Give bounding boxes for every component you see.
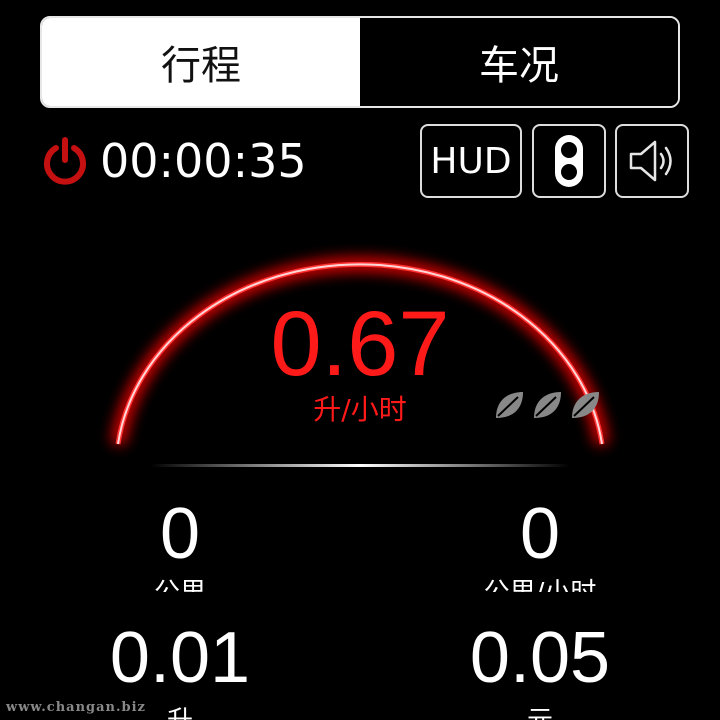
eco-rating [492, 388, 602, 422]
speed-label: 公里/小时 [420, 578, 660, 592]
tab-vehicle-status[interactable]: 车况 [360, 18, 678, 106]
fuel-consumption-value: 0.67 [270, 293, 450, 395]
leaf-icon [496, 392, 523, 418]
hud-button[interactable]: HUD [420, 124, 522, 198]
gauge-divider [150, 464, 570, 467]
distance-value: 0 [159, 494, 201, 574]
sound-button[interactable] [615, 124, 689, 198]
leaf-icon [572, 392, 599, 418]
leaf-icon [534, 392, 561, 418]
speaker-icon [629, 140, 672, 182]
toggle-icon [555, 135, 583, 187]
tab-trip[interactable]: 行程 [42, 18, 360, 106]
trip-timer: 00:00:35 [100, 134, 307, 188]
toggle-button[interactable] [532, 124, 606, 198]
fuel-used-value: 0.01 [109, 618, 251, 698]
hud-label: HUD [430, 140, 512, 182]
watermark: www.changan.biz [6, 700, 146, 715]
fuel-consumption-unit: 升/小时 [313, 393, 407, 426]
tab-bar: 行程 车况 [40, 16, 680, 108]
speed-value: 0 [519, 494, 561, 574]
power-icon[interactable] [40, 136, 90, 186]
distance-label: 公里 [80, 578, 280, 592]
cost-value: 0.05 [469, 618, 611, 698]
cost-label: 元 [440, 706, 640, 720]
